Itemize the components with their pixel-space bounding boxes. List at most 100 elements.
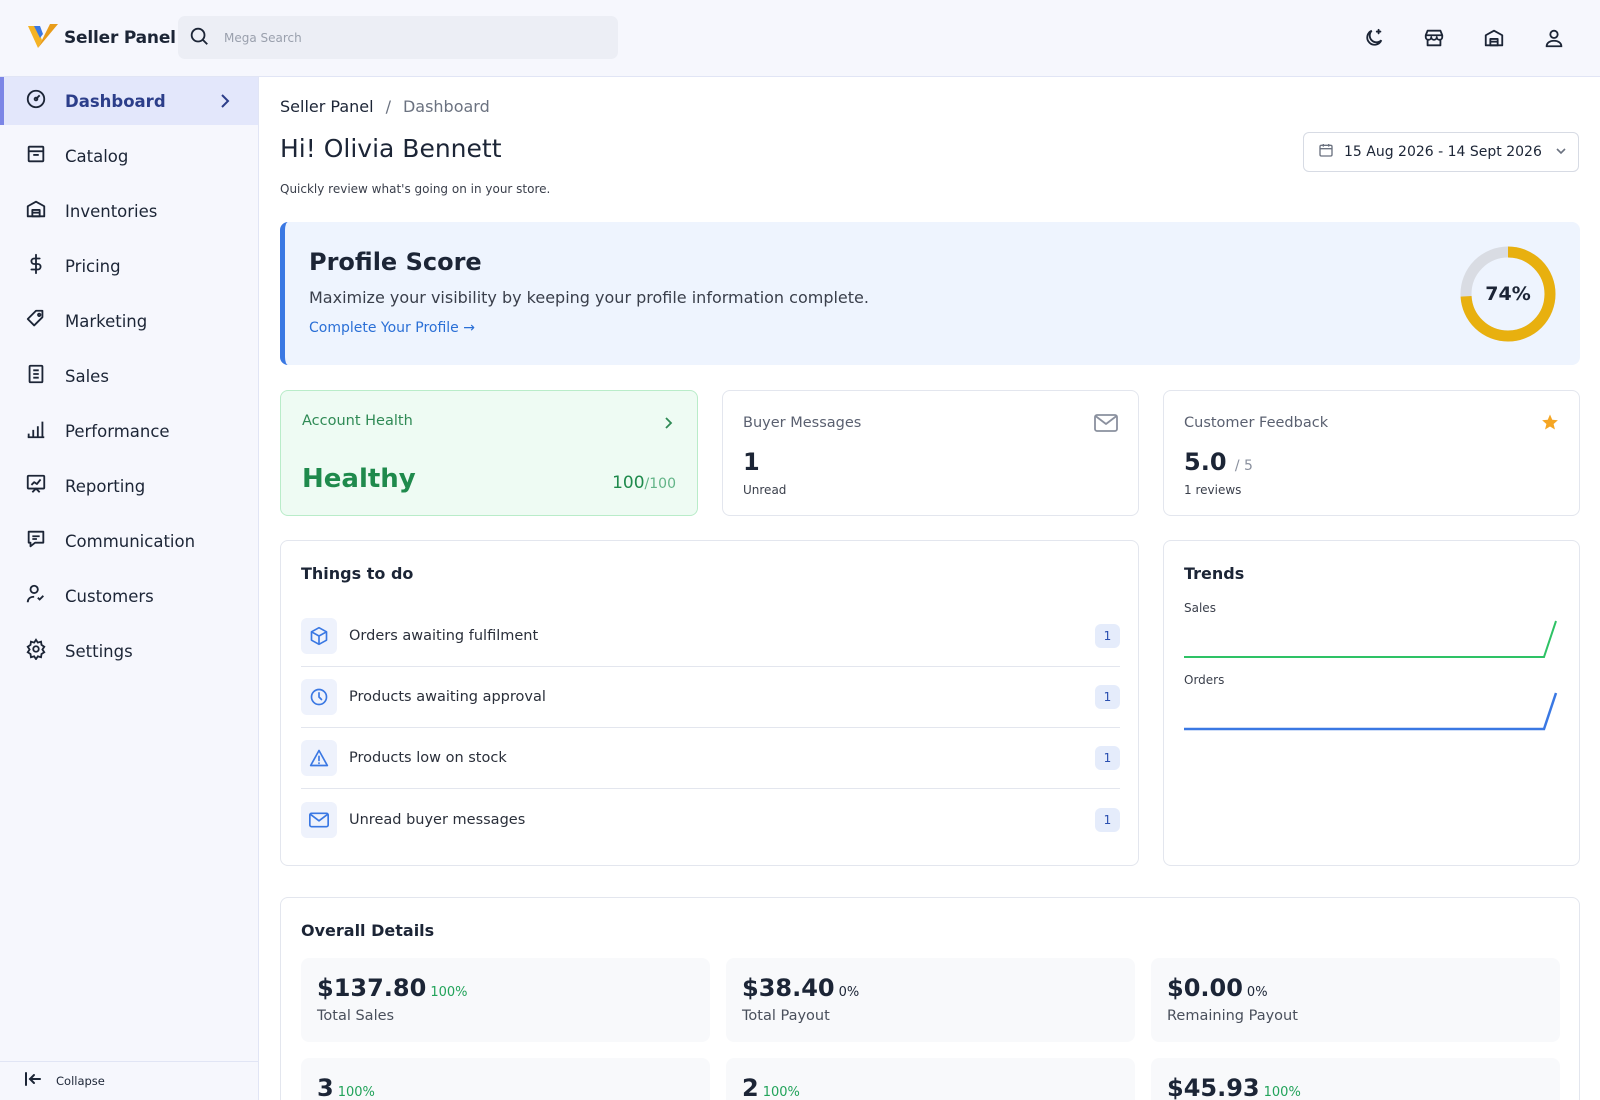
todo-item[interactable]: Products awaiting approval 1 <box>301 667 1120 728</box>
todo-count-badge: 1 <box>1095 624 1120 648</box>
sidebar: Dashboard Catalog Inventories Pricing Ma… <box>0 77 259 1100</box>
account-health-score-max: /100 <box>644 476 676 492</box>
warehouse-icon[interactable] <box>1480 24 1508 52</box>
stat-value: $45.93 <box>1167 1074 1260 1100</box>
gear-icon <box>25 638 47 664</box>
sidebar-item-reporting[interactable]: Reporting <box>0 462 258 510</box>
search-input[interactable] <box>224 30 584 45</box>
todo-label: Products low on stock <box>349 750 507 766</box>
sidebar-item-label: Pricing <box>65 256 121 276</box>
page-subtitle: Quickly review what's going on in your s… <box>280 182 551 196</box>
breadcrumb-root[interactable]: Seller Panel <box>280 97 374 116</box>
stat-change: 100% <box>762 1085 800 1100</box>
stat-card[interactable]: 2 100% <box>726 1058 1135 1100</box>
customer-feedback-title: Customer Feedback <box>1184 415 1329 431</box>
account-health-card[interactable]: Account Health Healthy 100/100 <box>280 390 698 516</box>
sidebar-item-label: Sales <box>65 366 109 386</box>
breadcrumb: Seller Panel / Dashboard <box>280 97 490 116</box>
stat-value: 2 <box>742 1074 759 1100</box>
stat-card[interactable]: $45.93 100% <box>1151 1058 1560 1100</box>
profile-score-title: Profile Score <box>309 248 482 276</box>
sidebar-item-sales[interactable]: Sales <box>0 352 258 400</box>
brand-name: Seller Panel <box>64 28 176 48</box>
profile-score-card: Profile Score Maximize your visibility b… <box>280 222 1580 365</box>
todo-label: Products awaiting approval <box>349 689 546 705</box>
top-bar: Seller Panel <box>0 0 1600 77</box>
collapse-label: Collapse <box>56 1074 105 1088</box>
sidebar-item-performance[interactable]: Performance <box>0 407 258 455</box>
stat-change: 0% <box>838 985 860 1000</box>
account-health-title: Account Health <box>302 413 413 429</box>
todo-item[interactable]: Products low on stock 1 <box>301 728 1120 789</box>
clock-icon <box>301 679 337 715</box>
buyer-messages-card[interactable]: Buyer Messages 1 Unread <box>722 390 1139 516</box>
customers-icon <box>25 583 47 609</box>
todo-item[interactable]: Orders awaiting fulfilment 1 <box>301 606 1120 667</box>
stat-label: Total Sales <box>317 1008 395 1024</box>
stat-change: 0% <box>1246 985 1268 1000</box>
warehouse-icon <box>25 198 47 224</box>
stat-change: 100% <box>430 985 468 1000</box>
mail-icon <box>301 801 337 838</box>
stat-total-sales[interactable]: $137.80 100% Total Sales <box>301 958 710 1042</box>
sidebar-item-pricing[interactable]: Pricing <box>0 242 258 290</box>
sidebar-item-label: Dashboard <box>65 91 166 111</box>
customer-feedback-caption: 1 reviews <box>1184 483 1242 497</box>
brand[interactable]: Seller Panel <box>26 20 176 56</box>
todo-count-badge: 1 <box>1095 746 1120 770</box>
signal-icon <box>25 418 47 444</box>
stat-value-row: $137.80 100% <box>317 974 467 1002</box>
collapse-button[interactable]: Collapse <box>0 1061 258 1100</box>
stat-value-row: $45.93 100% <box>1167 1074 1301 1100</box>
chat-icon <box>25 528 47 554</box>
moon-icon[interactable] <box>1360 24 1388 52</box>
page-title: Hi! Olivia Bennett <box>280 134 502 163</box>
complete-profile-link[interactable]: Complete Your Profile → <box>309 320 475 336</box>
stat-change: 100% <box>337 1085 375 1100</box>
receipt-icon <box>25 363 47 389</box>
stat-value-row: $38.40 0% <box>742 974 859 1002</box>
stat-value: $38.40 <box>742 974 835 1002</box>
sidebar-item-communication[interactable]: Communication <box>0 517 258 565</box>
catalog-icon <box>25 143 47 169</box>
todo-label: Unread buyer messages <box>349 811 526 828</box>
sidebar-item-label: Reporting <box>65 476 146 496</box>
stat-label: Total Payout <box>742 1008 830 1024</box>
stat-card[interactable]: 3 100% <box>301 1058 710 1100</box>
main-content: Seller Panel / Dashboard Hi! Olivia Benn… <box>259 77 1600 1100</box>
todo-count-badge: 1 <box>1095 685 1120 709</box>
todo-item[interactable]: Unread buyer messages 1 <box>301 789 1120 850</box>
sidebar-item-marketing[interactable]: Marketing <box>0 297 258 345</box>
stat-total-payout[interactable]: $38.40 0% Total Payout <box>726 958 1135 1042</box>
things-to-do-title: Things to do <box>301 564 414 583</box>
date-range-picker[interactable]: 15 Aug 2026 - 14 Sept 2026 <box>1303 132 1579 172</box>
sidebar-item-customers[interactable]: Customers <box>0 572 258 620</box>
store-icon[interactable] <box>1420 24 1448 52</box>
todo-list: Orders awaiting fulfilment 1 Products aw… <box>301 606 1120 850</box>
sidebar-item-inventories[interactable]: Inventories <box>0 187 258 235</box>
sales-sparkline <box>1184 620 1557 658</box>
user-icon[interactable] <box>1540 24 1568 52</box>
header-actions <box>1360 24 1568 52</box>
calendar-icon <box>1318 142 1334 162</box>
sales-trend-label: Sales <box>1184 601 1216 615</box>
chevron-right-icon <box>218 93 232 113</box>
stat-remaining-payout[interactable]: $0.00 0% Remaining Payout <box>1151 958 1560 1042</box>
gauge-icon <box>25 88 47 114</box>
chevron-down-icon <box>1554 143 1568 162</box>
mega-search[interactable] <box>178 16 618 59</box>
sidebar-item-dashboard[interactable]: Dashboard <box>0 77 258 125</box>
todo-count-badge: 1 <box>1095 807 1120 832</box>
sidebar-item-settings[interactable]: Settings <box>0 627 258 675</box>
stat-value: $137.80 <box>317 974 427 1002</box>
sidebar-item-label: Inventories <box>65 201 158 221</box>
customer-feedback-card[interactable]: Customer Feedback 5.0 / 5 1 reviews <box>1163 390 1580 516</box>
rating-max: / 5 <box>1234 458 1253 474</box>
sidebar-item-label: Settings <box>65 641 133 661</box>
sidebar-item-label: Catalog <box>65 146 129 166</box>
sidebar-item-catalog[interactable]: Catalog <box>0 132 258 180</box>
account-health-score-value: 100 <box>612 473 645 493</box>
account-health-status: Healthy <box>302 464 416 494</box>
date-range-value: 15 Aug 2026 - 14 Sept 2026 <box>1344 144 1542 160</box>
overall-details-title: Overall Details <box>301 921 435 940</box>
